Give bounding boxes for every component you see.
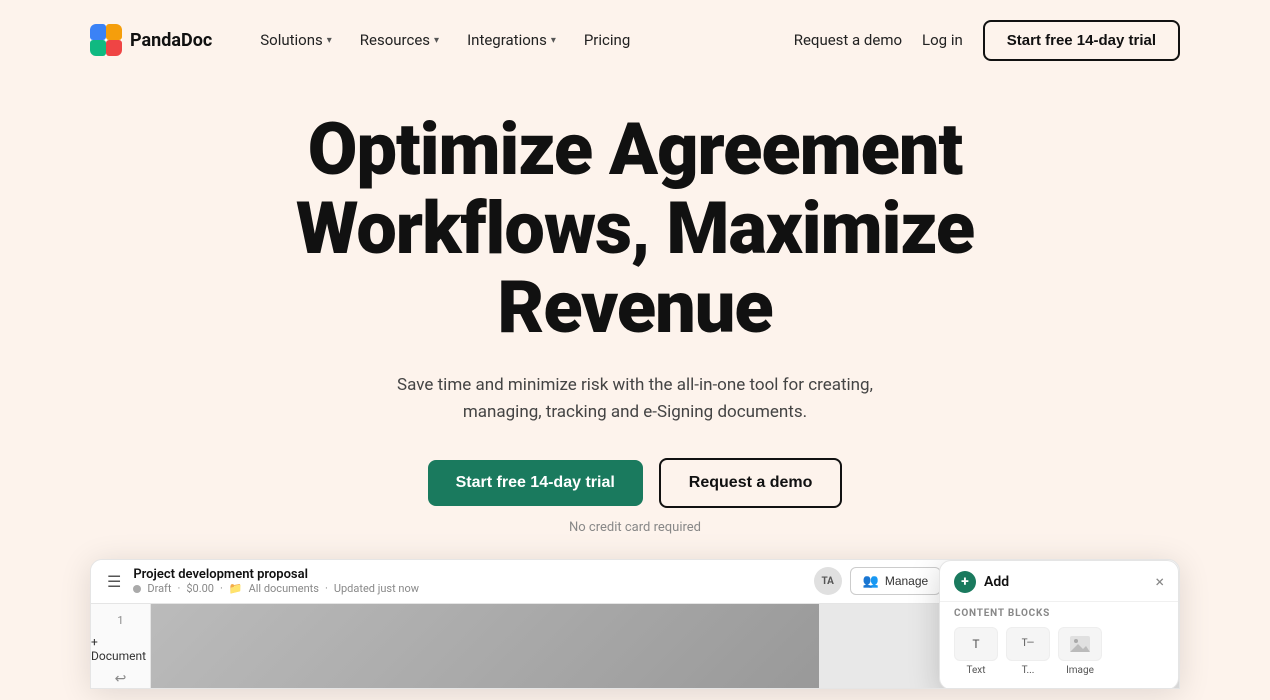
hero-cta-secondary[interactable]: Request a demo [659, 458, 843, 508]
text2-block-icon: T— [1006, 627, 1050, 661]
doc-meta: Draft · $0.00 · 📁 All documents · Update… [133, 582, 801, 595]
menu-icon[interactable]: ☰ [107, 572, 121, 591]
navbar: PandaDoc Solutions ▾ Resources ▾ Integra… [0, 0, 1270, 80]
nav-trial-button[interactable]: Start free 14-day trial [983, 20, 1180, 61]
brand-name: PandaDoc [130, 30, 212, 51]
status-dot [133, 585, 141, 593]
nav-solutions[interactable]: Solutions ▾ [248, 23, 344, 57]
nav-resources[interactable]: Resources ▾ [348, 23, 451, 57]
add-panel: + Add × CONTENT BLOCKS T Text T— T... [939, 560, 1179, 689]
add-panel-header: + Add × [940, 561, 1178, 602]
nav-pricing[interactable]: Pricing [572, 23, 642, 57]
hero-buttons: Start free 14-day trial Request a demo [428, 458, 843, 508]
doc-location: All documents [249, 582, 319, 595]
hero-subtitle: Save time and minimize risk with the all… [395, 372, 875, 426]
page-number: 1 [117, 614, 123, 627]
hero-cta-primary[interactable]: Start free 14-day trial [428, 460, 643, 506]
add-panel-section-label: CONTENT BLOCKS [940, 602, 1178, 623]
add-text2-block[interactable]: T— T... [1006, 627, 1050, 676]
nav-integrations[interactable]: Integrations ▾ [455, 23, 568, 57]
login-link[interactable]: Log in [922, 31, 963, 49]
people-icon: 👥 [863, 573, 879, 589]
chevron-down-icon: ▾ [327, 35, 332, 46]
add-text-block[interactable]: T Text [954, 627, 998, 676]
nav-links: Solutions ▾ Resources ▾ Integrations ▾ P… [248, 23, 793, 57]
doc-left-panel: 1 + Document ↩ ↪ [91, 604, 151, 688]
hero-section: Optimize Agreement Workflows, Maximize R… [0, 80, 1270, 535]
logo[interactable]: PandaDoc [90, 24, 212, 56]
add-circle-icon: + [954, 571, 976, 593]
close-icon[interactable]: × [1155, 572, 1164, 591]
doc-name: Project development proposal [133, 567, 801, 582]
avatar-ta: TA [814, 567, 842, 595]
doc-title-info: Project development proposal Draft · $0.… [133, 567, 801, 595]
add-image-block[interactable]: Image [1058, 627, 1102, 676]
doc-status: Draft [147, 582, 171, 595]
manage-button[interactable]: 👥 Manage [850, 567, 942, 595]
undo-icon[interactable]: ↩ [115, 671, 127, 687]
folder-icon: 📁 [229, 582, 243, 595]
request-demo-link[interactable]: Request a demo [794, 31, 902, 49]
doc-preview: ☰ Project development proposal Draft · $… [90, 559, 1180, 689]
add-document-button[interactable]: + Document [91, 635, 150, 663]
doc-image-area [151, 604, 819, 688]
nav-right: Request a demo Log in Start free 14-day … [794, 20, 1180, 61]
doc-amount: $0.00 [186, 582, 214, 595]
image-block-icon [1058, 627, 1102, 661]
add-panel-title: Add [984, 574, 1009, 590]
text-block-icon: T [954, 627, 998, 661]
hero-note: No credit card required [569, 520, 701, 535]
chevron-down-icon: ▾ [434, 35, 439, 46]
chevron-down-icon: ▾ [551, 35, 556, 46]
logo-icon [90, 24, 122, 56]
hero-title: Optimize Agreement Workflows, Maximize R… [285, 110, 985, 348]
add-panel-title-row: + Add [954, 571, 1009, 593]
doc-updated: Updated just now [334, 582, 419, 595]
add-panel-items: T Text T— T... Image [940, 623, 1178, 680]
